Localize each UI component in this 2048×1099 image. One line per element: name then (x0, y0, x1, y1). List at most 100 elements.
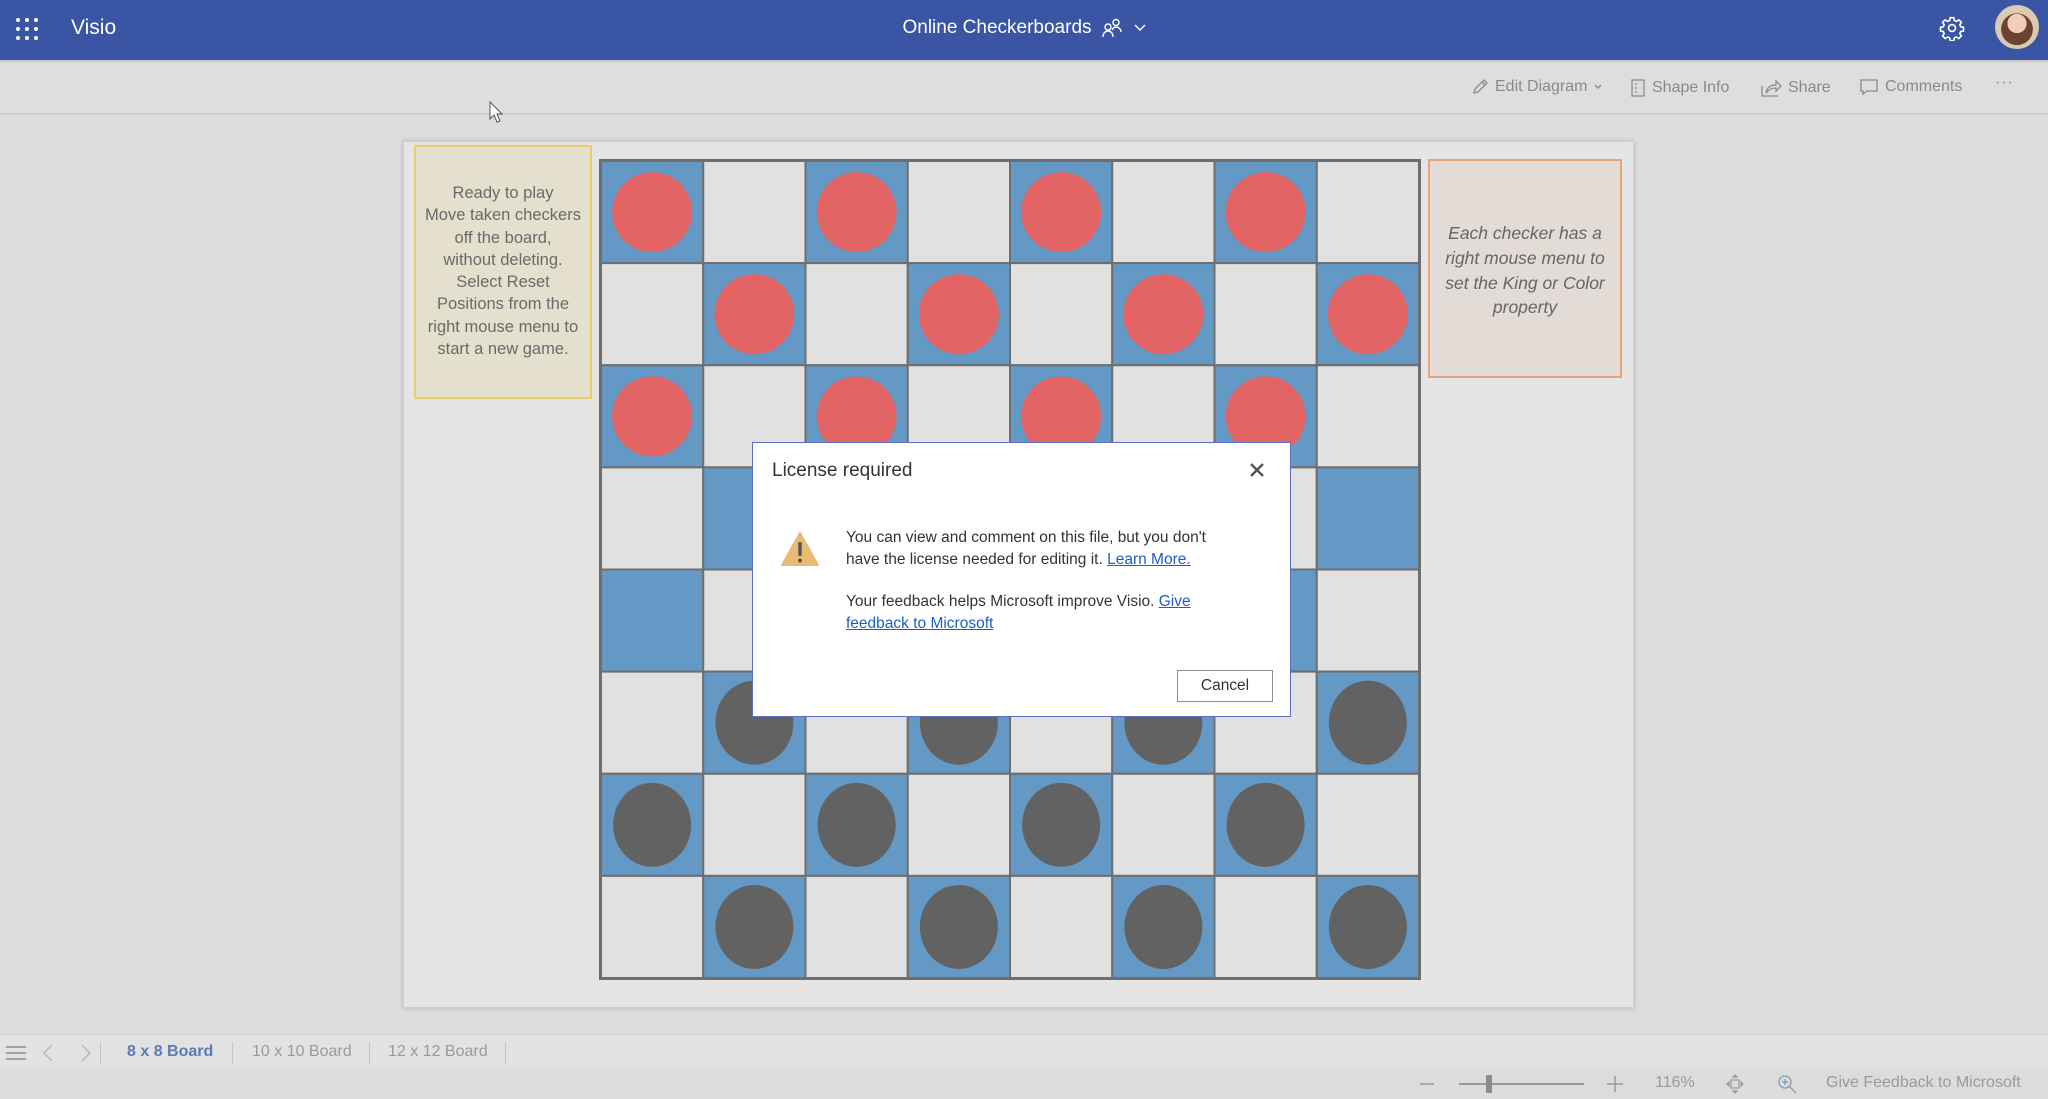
dark-square (1315, 466, 1419, 571)
light-square (906, 772, 1011, 877)
message-line: have the license needed for editing it. (846, 550, 1103, 568)
black-checker[interactable] (715, 884, 794, 969)
comment-icon (1860, 79, 1878, 96)
light-square (1315, 568, 1419, 673)
black-checker[interactable] (613, 782, 692, 867)
toolbar: Edit Diagram Shape Info Share Comments ·… (0, 60, 2048, 115)
light-square (1111, 161, 1216, 265)
gear-icon[interactable] (1939, 15, 1965, 41)
people-icon (1101, 18, 1122, 38)
instructions-note[interactable]: Ready to play Move taken checkers off th… (414, 145, 592, 399)
avatar[interactable] (1995, 5, 2039, 49)
black-checker[interactable] (1124, 884, 1203, 969)
note-line: Each checker has a (1448, 223, 1602, 243)
page-tab-bar: 8 x 8 Board 10 x 10 Board 12 x 12 Board (0, 1034, 2048, 1069)
tab-divider (369, 1042, 370, 1064)
comments-button[interactable]: Comments (1859, 78, 1962, 96)
red-checker[interactable] (816, 172, 897, 253)
shape-info-button[interactable]: Shape Info (1630, 78, 1729, 98)
light-square (601, 466, 705, 571)
note-line: set the King or Color (1445, 272, 1605, 293)
note-line: right mouse menu to (427, 317, 579, 336)
black-checker[interactable] (817, 782, 896, 867)
doc-title: Online Checkerboards (902, 17, 1092, 38)
red-checker[interactable] (918, 274, 999, 355)
edit-diagram-button[interactable]: Edit Diagram (1471, 78, 1603, 96)
fit-to-window-icon[interactable] (1726, 1074, 1744, 1094)
app-header: Visio Online Checkerboards (0, 0, 2048, 60)
tab-12x12-board[interactable]: 12 x 12 Board (388, 1043, 488, 1061)
red-checker[interactable] (612, 376, 693, 457)
app-name[interactable]: Visio (71, 16, 116, 40)
red-checker[interactable] (1021, 172, 1102, 253)
tab-8x8-board[interactable]: 8 x 8 Board (127, 1043, 213, 1061)
black-checker[interactable] (919, 884, 998, 969)
zoom-slider-thumb[interactable] (1486, 1075, 1492, 1093)
license-required-dialog: License required You can view and commen… (752, 442, 1291, 717)
zoom-slider-track[interactable] (1459, 1083, 1584, 1085)
light-square (1315, 364, 1419, 469)
note-line: right mouse menu to (1445, 247, 1605, 268)
tab-divider (232, 1042, 233, 1064)
warning-icon (781, 532, 819, 566)
mouse-cursor-icon (489, 101, 503, 123)
light-square (1315, 772, 1419, 877)
app-launcher-icon[interactable] (16, 18, 38, 40)
shape-info-label: Shape Info (1652, 79, 1730, 96)
light-square (804, 874, 909, 978)
light-square (601, 262, 705, 367)
light-square (804, 262, 909, 367)
tab-divider (100, 1042, 101, 1064)
feedback-text: Your feedback helps Microsoft improve Vi… (846, 593, 1155, 610)
black-checker[interactable] (1022, 782, 1101, 867)
light-square (601, 670, 705, 775)
give-feedback-link[interactable]: Give Feedback to Microsoft (1826, 1074, 2021, 1092)
note-line: Positions from the (436, 295, 570, 314)
share-button[interactable]: Share (1760, 78, 1831, 98)
light-square (906, 161, 1011, 265)
dialog-title: License required (772, 460, 913, 481)
light-square (1111, 772, 1216, 877)
red-checker[interactable] (1225, 172, 1306, 253)
next-page-icon[interactable] (80, 1044, 92, 1062)
doc-title-button[interactable]: Online Checkerboards (902, 17, 1146, 39)
comments-label: Comments (1885, 78, 1963, 95)
red-checker[interactable] (1327, 274, 1408, 355)
close-icon[interactable] (1245, 458, 1269, 482)
zoom-out-icon[interactable] (1419, 1078, 1435, 1090)
tab-10x10-board[interactable]: 10 x 10 Board (252, 1043, 352, 1061)
give-feedback-link-continued[interactable]: feedback to Microsoft (846, 615, 993, 632)
chevron-down-icon (1134, 24, 1146, 31)
zoom-magnifier-icon[interactable] (1777, 1074, 1797, 1094)
note-line: Ready to play (452, 184, 554, 202)
red-checker[interactable] (714, 274, 795, 355)
chevron-down-icon (1594, 84, 1602, 89)
share-label: Share (1788, 79, 1831, 96)
red-checker[interactable] (1123, 274, 1204, 355)
give-feedback-link[interactable]: Give (1159, 593, 1191, 610)
more-options-button[interactable]: ··· (1995, 74, 2014, 92)
zoom-in-icon[interactable] (1606, 1075, 1624, 1093)
light-square (1009, 262, 1114, 367)
checker-tip-note[interactable]: Each checker has a right mouse menu to s… (1428, 159, 1622, 378)
black-checker[interactable] (1328, 680, 1407, 765)
light-square (1213, 874, 1318, 978)
black-checker[interactable] (1226, 782, 1305, 867)
note-line: Select Reset (456, 273, 550, 292)
previous-page-icon[interactable] (42, 1044, 54, 1062)
license-message: You can view and comment on this file, b… (846, 527, 1206, 570)
hamburger-menu-icon[interactable] (5, 1044, 27, 1062)
cancel-button[interactable]: Cancel (1177, 670, 1273, 702)
note-line: start a new game. (437, 340, 569, 359)
light-square (601, 874, 705, 978)
share-icon (1761, 79, 1782, 97)
black-checker[interactable] (1328, 884, 1407, 969)
dark-square (601, 568, 705, 673)
zoom-level[interactable]: 116% (1655, 1074, 1695, 1092)
doc-title-container: Online Checkerboards (0, 17, 2048, 39)
edit-diagram-label: Edit Diagram (1495, 78, 1588, 95)
light-square (1213, 262, 1318, 367)
learn-more-link[interactable]: Learn More. (1107, 551, 1191, 568)
red-checker[interactable] (612, 172, 693, 253)
tab-divider (505, 1042, 506, 1064)
